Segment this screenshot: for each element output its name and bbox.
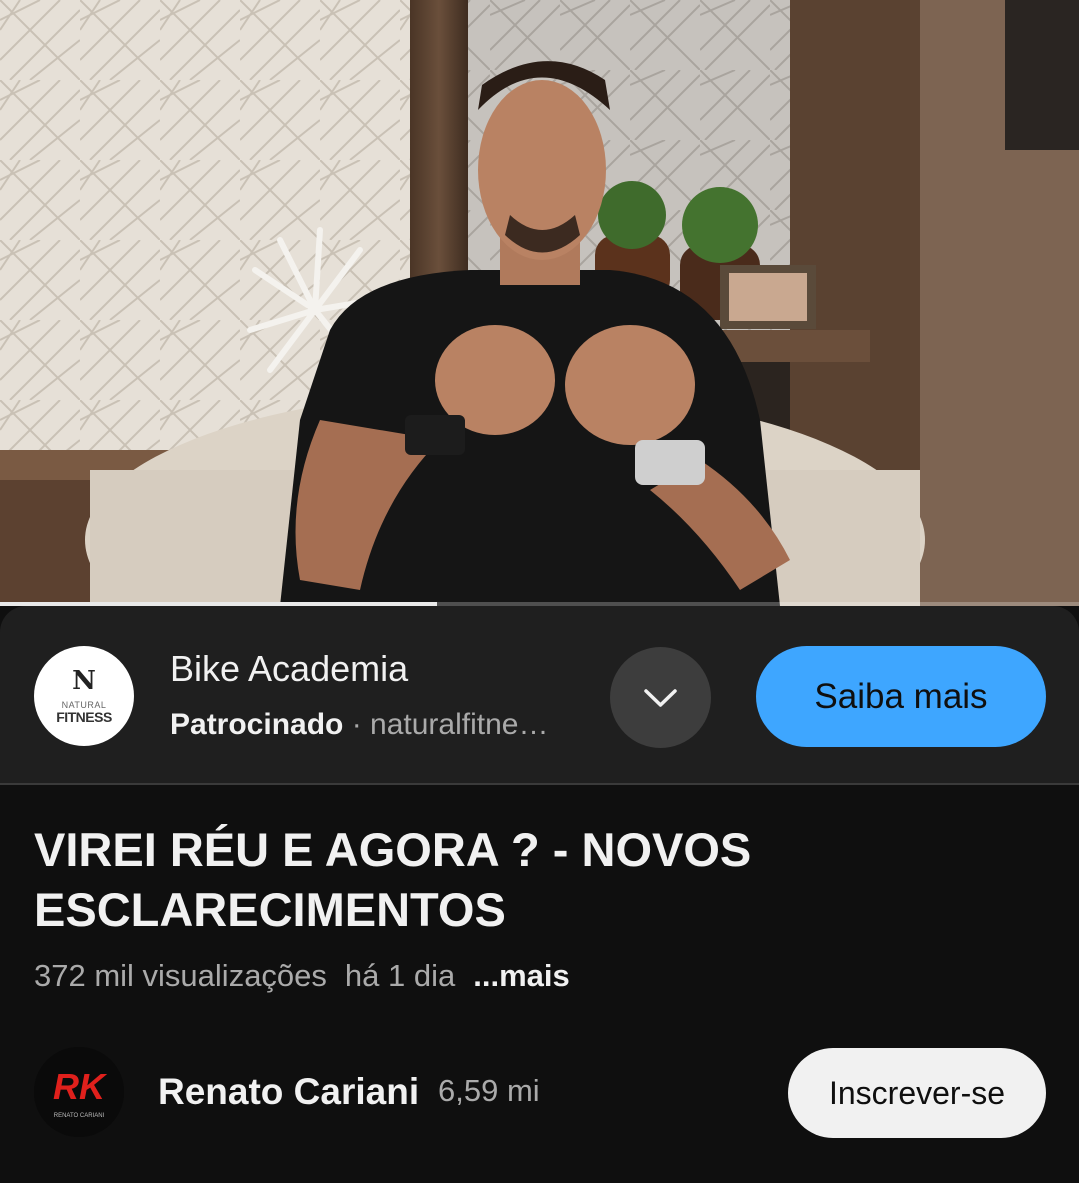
- ad-subtitle: Patrocinado · naturalfitne…: [170, 708, 590, 742]
- advertiser-logo-mark: N: [72, 666, 96, 696]
- channel-avatar[interactable]: RK RENATO CARIANI: [34, 1047, 124, 1137]
- upload-age: há 1 dia: [344, 958, 456, 993]
- channel-logo-mark: RK: [53, 1066, 108, 1107]
- more-description-link[interactable]: ...mais: [473, 958, 570, 993]
- ad-cta-button[interactable]: Saiba mais: [756, 646, 1046, 747]
- ad-expand-button[interactable]: [610, 647, 711, 748]
- channel-logo-icon: RK RENATO CARIANI: [34, 1047, 124, 1137]
- video-title[interactable]: VIREI RÉU E AGORA ? - NOVOS ESCLARECIMEN…: [34, 820, 1034, 940]
- subscribe-button[interactable]: Inscrever-se: [788, 1048, 1046, 1138]
- ad-separator: ·: [343, 708, 371, 741]
- video-frame: [0, 0, 1079, 606]
- ad-divider: [0, 783, 1079, 785]
- video-meta[interactable]: 372 mil visualizações há 1 dia ...mais: [34, 958, 570, 994]
- view-count: 372 mil visualizações: [34, 958, 327, 993]
- subscriber-count: 6,59 mi: [438, 1073, 540, 1108]
- watch-page: N NATURAL FITNESS Bike Academia Patrocin…: [0, 0, 1079, 1183]
- advertiser-logo[interactable]: N NATURAL FITNESS: [34, 646, 134, 746]
- ad-domain: naturalfitne…: [370, 708, 549, 741]
- ad-title[interactable]: Bike Academia: [170, 648, 408, 690]
- video-player[interactable]: [0, 0, 1079, 606]
- chevron-down-icon: [644, 689, 677, 707]
- advertiser-logo-line2: FITNESS: [56, 709, 112, 725]
- channel-name[interactable]: Renato Cariani: [158, 1071, 419, 1113]
- channel-logo-caption: RENATO CARIANI: [54, 1113, 105, 1119]
- sponsored-label: Patrocinado: [170, 708, 344, 741]
